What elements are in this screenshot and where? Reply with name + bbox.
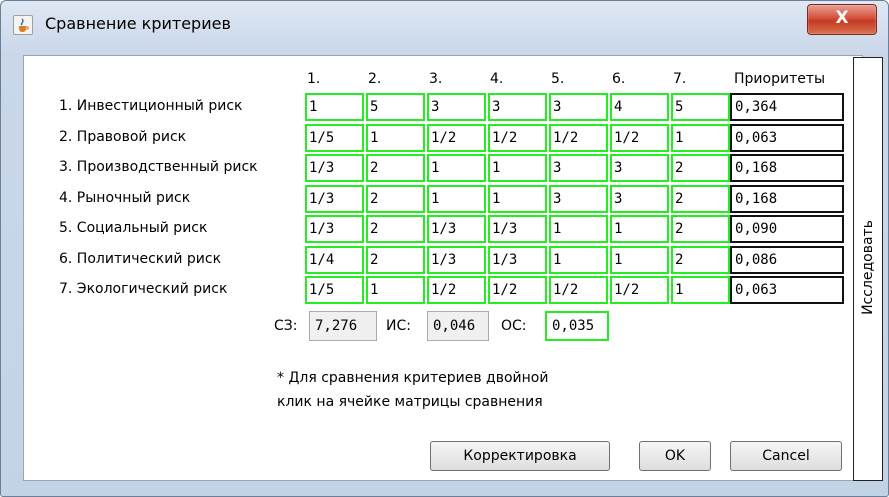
matrix-cell[interactable]: 5: [671, 93, 730, 121]
matrix-cell[interactable]: 1: [305, 93, 364, 121]
matrix-cell[interactable]: 1/3: [488, 215, 547, 243]
matrix-cell[interactable]: 2: [671, 185, 730, 213]
matrix-cell[interactable]: 1: [671, 124, 730, 152]
matrix-cell[interactable]: 3: [427, 93, 486, 121]
priority-value: 0,063: [730, 276, 844, 304]
matrix-cell[interactable]: 2: [671, 246, 730, 274]
matrix-cell[interactable]: 1/2: [427, 124, 486, 152]
matrix-cell[interactable]: 1/2: [549, 124, 608, 152]
sz-label: СЗ:: [274, 318, 298, 334]
matrix-cell[interactable]: 1: [427, 154, 486, 182]
matrix-cell[interactable]: 1/2: [610, 124, 669, 152]
matrix-cell[interactable]: 2: [671, 215, 730, 243]
column-header: 1.: [307, 71, 321, 87]
column-header: 5.: [551, 71, 565, 87]
matrix-cell[interactable]: 1/2: [549, 276, 608, 304]
matrix-cell[interactable]: 3: [610, 185, 669, 213]
matrix-cell[interactable]: 1: [366, 276, 425, 304]
matrix-cell[interactable]: 2: [366, 246, 425, 274]
close-icon: X: [835, 8, 849, 28]
matrix-cell[interactable]: 1/3: [305, 154, 364, 182]
column-header: 4.: [490, 71, 504, 87]
matrix-cell[interactable]: 1: [549, 246, 608, 274]
matrix-cell[interactable]: 1/2: [488, 276, 547, 304]
matrix-cell[interactable]: 4: [610, 93, 669, 121]
matrix-cell[interactable]: 3: [610, 154, 669, 182]
priority-value: 0,364: [730, 93, 844, 121]
matrix-cell[interactable]: 2: [366, 215, 425, 243]
criterion-label: 2. Правовой риск: [59, 129, 187, 145]
ok-button[interactable]: OK: [639, 441, 711, 471]
correction-button[interactable]: Корректировка: [430, 441, 610, 471]
criterion-label: 4. Рыночный риск: [59, 190, 191, 206]
criterion-label: 5. Социальный риск: [59, 220, 208, 236]
matrix-cell[interactable]: 1/5: [305, 276, 364, 304]
priorities-header: Приоритеты: [734, 71, 826, 87]
is-value: 0,046: [427, 311, 489, 341]
matrix-cell[interactable]: 1/4: [305, 246, 364, 274]
sz-value: 7,276: [309, 311, 377, 341]
column-header: 7.: [673, 71, 687, 87]
matrix-cell[interactable]: 1: [488, 154, 547, 182]
matrix-cell[interactable]: 2: [366, 185, 425, 213]
investigate-button-label-wrap: Исследовать: [855, 57, 881, 477]
column-header: 3.: [429, 71, 443, 87]
cancel-button[interactable]: Cancel: [730, 441, 842, 471]
matrix-cell[interactable]: 1/2: [427, 276, 486, 304]
matrix-cell[interactable]: 3: [549, 93, 608, 121]
matrix-cell[interactable]: 2: [366, 154, 425, 182]
matrix-cell[interactable]: 1: [366, 124, 425, 152]
matrix-cell[interactable]: 5: [366, 93, 425, 121]
matrix-cell[interactable]: 1/3: [305, 185, 364, 213]
priority-value: 0,086: [730, 246, 844, 274]
title-bar[interactable]: Сравнение критериев X: [1, 1, 888, 43]
column-header: 2.: [368, 71, 382, 87]
matrix-cell[interactable]: 1/2: [610, 276, 669, 304]
os-label: ОС:: [501, 318, 527, 334]
os-value: 0,035: [545, 311, 609, 341]
criterion-label: 3. Производственный риск: [59, 159, 258, 175]
matrix-cell[interactable]: 3: [549, 185, 608, 213]
matrix-cell[interactable]: 3: [549, 154, 608, 182]
matrix-cell[interactable]: 1/3: [427, 215, 486, 243]
matrix-cell[interactable]: 1: [427, 185, 486, 213]
matrix-cell[interactable]: 3: [488, 93, 547, 121]
matrix-cell[interactable]: 1/3: [488, 246, 547, 274]
matrix-cell[interactable]: 1/3: [427, 246, 486, 274]
window-title: Сравнение критериев: [45, 14, 231, 33]
note-line-1: * Для сравнения критериев двойной: [277, 370, 549, 386]
matrix-cell[interactable]: 1/5: [305, 124, 364, 152]
close-button[interactable]: X: [807, 4, 877, 35]
matrix-cell[interactable]: 1: [610, 215, 669, 243]
criterion-label: 1. Инвестиционный риск: [59, 98, 243, 114]
column-header: 6.: [612, 71, 626, 87]
matrix-cell[interactable]: 1: [610, 246, 669, 274]
java-cup-icon: [13, 15, 33, 35]
matrix-cell[interactable]: 1: [488, 185, 547, 213]
matrix-cell[interactable]: 1: [671, 276, 730, 304]
note-line-2: клик на ячейке матрицы сравнения: [277, 394, 543, 410]
criterion-label: 6. Политический риск: [59, 251, 222, 267]
priority-value: 0,168: [730, 185, 844, 213]
matrix-cell[interactable]: 2: [671, 154, 730, 182]
matrix-cell[interactable]: 1/3: [305, 215, 364, 243]
priority-value: 0,168: [730, 154, 844, 182]
matrix-cell[interactable]: 1: [549, 215, 608, 243]
matrix-cell[interactable]: 1/2: [488, 124, 547, 152]
priority-value: 0,090: [730, 215, 844, 243]
investigate-button-label: Исследовать: [860, 219, 876, 315]
criterion-label: 7. Экологический риск: [59, 281, 228, 297]
priority-value: 0,063: [730, 124, 844, 152]
is-label: ИС:: [386, 318, 411, 334]
